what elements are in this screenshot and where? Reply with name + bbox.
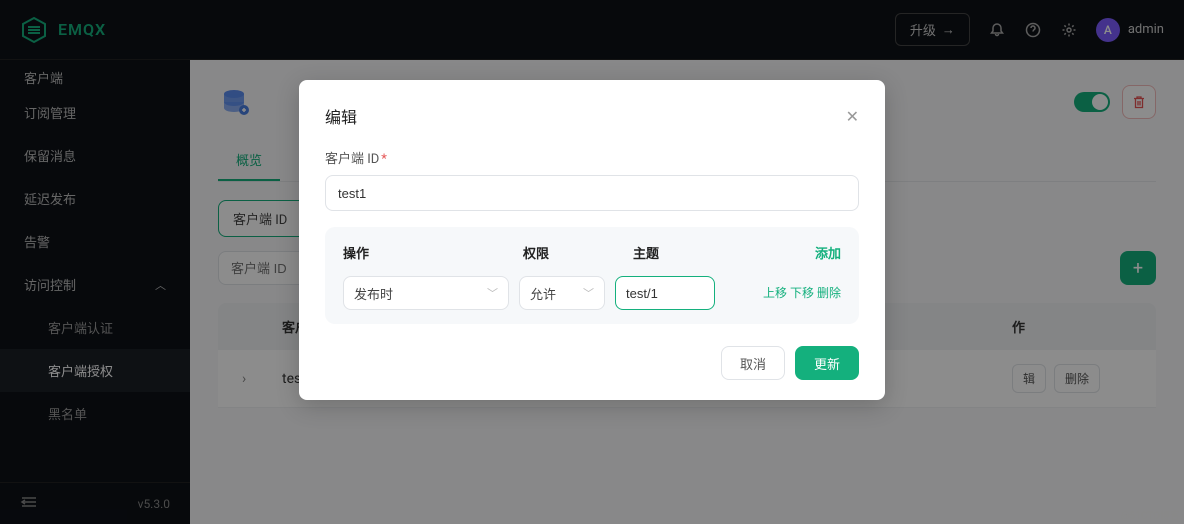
perm-row: 发布时 ﹀ 允许 ﹀ 上移 下移 删除 — [343, 276, 841, 310]
modal-title: 编辑 — [325, 104, 357, 128]
topic-input[interactable] — [615, 276, 715, 310]
row-delete-button[interactable]: 删除 — [817, 286, 841, 300]
perm-col-action: 操作 — [343, 243, 523, 262]
move-up-button[interactable]: 上移 — [763, 286, 787, 300]
move-down-button[interactable]: 下移 — [790, 286, 814, 300]
permission-select-value: 允许 — [530, 284, 556, 303]
permission-select[interactable]: 允许 ﹀ — [519, 276, 605, 310]
client-id-label: 客户端 ID* — [325, 148, 859, 167]
chevron-down-icon: ﹀ — [487, 285, 498, 301]
modal-overlay: 编辑 ✕ 客户端 ID* 操作 权限 主题 添加 发布时 ﹀ 允许 ﹀ — [0, 0, 1184, 524]
perm-add-button[interactable]: 添加 — [815, 243, 841, 262]
client-id-input[interactable] — [325, 175, 859, 211]
action-select-value: 发布时 — [354, 284, 393, 303]
modal-close-button[interactable]: ✕ — [846, 107, 859, 126]
action-select[interactable]: 发布时 ﹀ — [343, 276, 509, 310]
perm-col-topic: 主题 — [633, 243, 763, 262]
update-button[interactable]: 更新 — [795, 346, 859, 380]
perm-col-permission: 权限 — [523, 243, 633, 262]
chevron-down-icon: ﹀ — [583, 285, 594, 301]
watermark: @51CTO博客 — [1121, 507, 1180, 522]
edit-modal: 编辑 ✕ 客户端 ID* 操作 权限 主题 添加 发布时 ﹀ 允许 ﹀ — [299, 80, 885, 400]
cancel-button[interactable]: 取消 — [721, 346, 785, 380]
